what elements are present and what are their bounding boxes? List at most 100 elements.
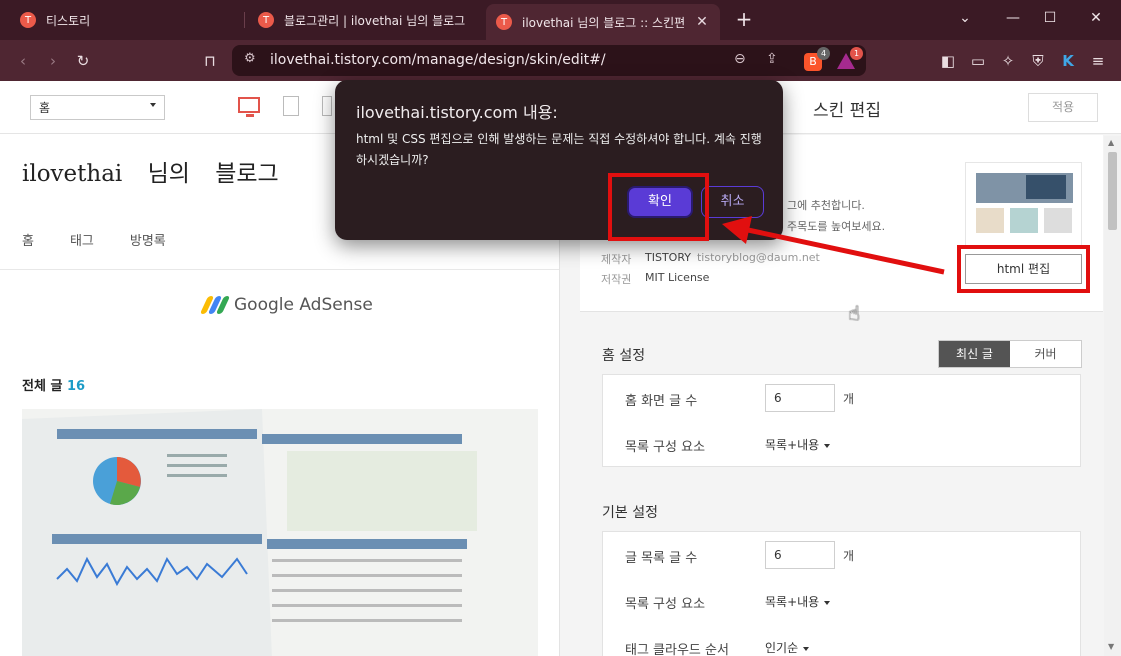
- adsense-logo-icon: [199, 296, 231, 314]
- page-select[interactable]: 홈: [30, 95, 165, 120]
- setting-label: 홈 화면 글 수: [625, 394, 698, 409]
- tab-blog-admin[interactable]: T 블로그관리 | ilovethai 님의 블로그: [248, 4, 478, 36]
- unit-label: 개: [843, 392, 855, 406]
- shields-count-badge: 4: [817, 47, 830, 60]
- all-posts-label: 전체 글: [22, 379, 63, 394]
- adsense-label: Google AdSense: [234, 295, 373, 315]
- page-title: 스킨 편집: [813, 101, 881, 121]
- skin-description: 그에 추천합니다. 주목도를 높여보세요.: [787, 195, 885, 237]
- list-components-select[interactable]: 목록+내용: [765, 593, 830, 610]
- list-components-row: 목록 구성 요소 목록+내용: [603, 578, 1082, 624]
- extension-k-icon[interactable]: K: [1057, 50, 1079, 72]
- setting-label: 글 목록 글 수: [625, 551, 698, 566]
- tag-cloud-order-select[interactable]: 인기순: [765, 639, 809, 656]
- sidebar-icon[interactable]: ◧: [937, 50, 959, 72]
- analytics-photo: [22, 409, 538, 656]
- back-icon[interactable]: ‹: [12, 50, 34, 72]
- brave-shields-icon[interactable]: B 4: [804, 47, 830, 71]
- tab-list-chevron-icon[interactable]: ⌄: [955, 10, 975, 26]
- setting-label: 목록 구성 요소: [625, 440, 706, 455]
- adsense-banner: Google AdSense: [199, 295, 373, 315]
- author-email: tistoryblog@daum.net: [696, 251, 820, 264]
- divider: [0, 269, 559, 270]
- basic-settings-box: 글 목록 글 수 6 개 목록 구성 요소 목록+내용 태그 클라우드 순서 인…: [602, 531, 1081, 656]
- close-tab-icon[interactable]: ✕: [694, 14, 710, 30]
- minimize-icon[interactable]: —: [1003, 10, 1023, 26]
- dialog-message: html 및 CSS 편집으로 인해 발생하는 문제는 직접 수정하셔야 합니다…: [356, 132, 762, 167]
- zoom-icon[interactable]: ⊖: [734, 51, 746, 67]
- tab-separator: [244, 12, 245, 28]
- tab-strip: T 티스토리 T 블로그관리 | ilovethai 님의 블로그 T ilov…: [0, 0, 1121, 40]
- scroll-up-arrow-icon[interactable]: ▲: [1108, 138, 1114, 147]
- home-list-components-select[interactable]: 목록+내용: [765, 436, 830, 453]
- unit-label: 개: [843, 549, 855, 563]
- cover-tab[interactable]: 커버: [1010, 341, 1081, 367]
- setting-label: 목록 구성 요소: [625, 597, 706, 612]
- new-tab-button[interactable]: +: [732, 8, 756, 32]
- home-settings-title: 홈 설정: [602, 348, 646, 364]
- author-row: 제작자 TISTORY tistoryblog@daum.net: [601, 251, 820, 267]
- scrollbar-thumb[interactable]: [1108, 152, 1117, 230]
- skin-thumbnail: [965, 162, 1082, 247]
- skin-preview-image: [976, 173, 1073, 233]
- tab-title: 티스토리: [46, 13, 91, 28]
- all-posts-heading: 전체 글 16: [22, 375, 85, 394]
- tag-cloud-order-row: 태그 클라우드 순서 인기순: [603, 624, 1082, 656]
- dialog-title: ilovethai.tistory.com 내용:: [356, 103, 558, 122]
- page-select-value: 홈: [39, 101, 51, 115]
- tab-tistory[interactable]: T 티스토리: [10, 4, 238, 36]
- tab-skin-edit[interactable]: T ilovethai 님의 블로그 :: 스킨편 ✕: [486, 4, 720, 40]
- highlight-box: [957, 245, 1090, 293]
- nav-guestbook[interactable]: 방명록: [130, 230, 166, 249]
- skin-desc-line: 주목도를 높여보세요.: [787, 220, 886, 233]
- home-mode-toggle: 최신 글 커버: [938, 340, 1082, 368]
- tab-title: 블로그관리 | ilovethai 님의 블로그: [284, 13, 466, 28]
- tistory-favicon-icon: T: [258, 12, 274, 28]
- all-posts-count: 16: [66, 379, 86, 394]
- license-key: 저작권: [601, 273, 632, 286]
- site-info-icon[interactable]: ⚙: [244, 51, 256, 66]
- reload-icon[interactable]: ↻: [72, 50, 94, 72]
- home-post-count-input[interactable]: 6: [765, 384, 835, 412]
- license-row: 저작권 MIT License: [601, 271, 709, 287]
- skin-desc-line: 그에 추천합니다.: [787, 199, 865, 212]
- menu-icon[interactable]: ≡: [1087, 50, 1109, 72]
- author-value: TISTORY: [645, 251, 691, 264]
- rewards-count-badge: 1: [850, 47, 863, 60]
- desktop-view-icon[interactable]: [238, 97, 260, 117]
- cancel-button[interactable]: 취소: [701, 186, 764, 218]
- home-list-components-row: 목록 구성 요소 목록+내용: [603, 421, 1082, 467]
- nav-tag[interactable]: 태그: [70, 230, 94, 249]
- apply-button[interactable]: 적용: [1028, 93, 1098, 122]
- address-bar[interactable]: ⚙ ilovethai.tistory.com/manage/design/sk…: [232, 45, 866, 76]
- url-text[interactable]: ilovethai.tistory.com/manage/design/skin…: [270, 52, 606, 68]
- bookmark-icon[interactable]: ⊓: [199, 50, 221, 72]
- home-post-count-row: 홈 화면 글 수 6 개: [603, 375, 1082, 421]
- nav-home[interactable]: 홈: [22, 230, 34, 249]
- vpn-shield-icon[interactable]: ⛨: [1027, 50, 1049, 72]
- share-icon[interactable]: ⇪: [766, 51, 778, 67]
- author-key: 제작자: [601, 253, 632, 266]
- basic-settings-title: 기본 설정: [602, 505, 658, 521]
- blog-title[interactable]: ilovethai 님의 블로그: [22, 154, 279, 188]
- tistory-favicon-icon: T: [496, 14, 512, 30]
- highlight-box: [608, 173, 709, 241]
- chevron-down-icon: [150, 103, 156, 107]
- tablet-view-icon[interactable]: [283, 96, 299, 116]
- post-thumbnail[interactable]: [22, 409, 538, 656]
- browser-toolbar: ‹ › ↻ ⊓ ⚙ ilovethai.tistory.com/manage/d…: [0, 40, 1121, 81]
- wallet-icon[interactable]: ▭: [967, 50, 989, 72]
- scrollbar[interactable]: ▲ ▼: [1104, 136, 1121, 656]
- leo-ai-icon[interactable]: ✧: [997, 50, 1019, 72]
- scroll-down-arrow-icon[interactable]: ▼: [1108, 642, 1114, 651]
- forward-icon[interactable]: ›: [42, 50, 64, 72]
- list-post-count-input[interactable]: 6: [765, 541, 835, 569]
- mobile-view-icon[interactable]: [322, 96, 332, 116]
- close-window-icon[interactable]: ✕: [1086, 10, 1106, 26]
- latest-posts-tab[interactable]: 최신 글: [939, 341, 1010, 367]
- maximize-icon[interactable]: ☐: [1040, 10, 1060, 26]
- mouse-cursor-icon: ☝: [848, 301, 861, 325]
- confirm-dialog: ilovethai.tistory.com 내용: html 및 CSS 편집으…: [335, 80, 783, 240]
- brave-rewards-icon[interactable]: 1: [837, 47, 863, 71]
- blog-nav: 홈 태그 방명록: [22, 230, 166, 249]
